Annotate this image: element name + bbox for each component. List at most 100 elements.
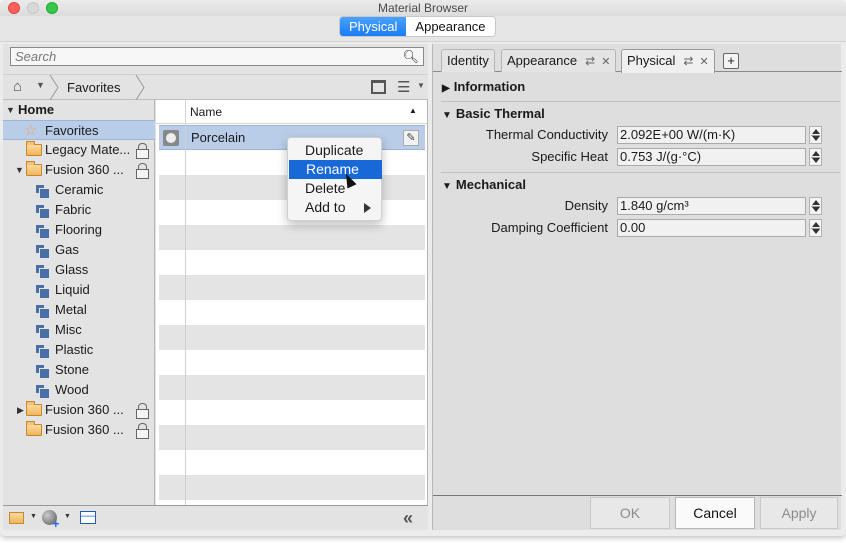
list-row-empty <box>159 275 425 300</box>
close-icon[interactable]: ✕ <box>699 56 708 68</box>
collapse-panel-icon[interactable]: « <box>403 508 413 529</box>
panel-view-icon[interactable] <box>371 80 386 94</box>
list-view-icon[interactable]: ☰ <box>397 78 410 96</box>
divider <box>441 172 840 173</box>
mode-tab-appearance[interactable]: Appearance <box>406 17 495 36</box>
context-menu: Duplicate Rename Delete Add to <box>287 137 382 221</box>
library-icon <box>36 305 49 318</box>
plus-icon: + <box>52 516 60 531</box>
density-stepper[interactable] <box>809 197 822 215</box>
specific-heat-stepper[interactable] <box>809 148 822 166</box>
section-mechanical[interactable]: ▼ Mechanical <box>442 177 526 192</box>
library-folder-icon[interactable] <box>9 512 24 524</box>
library-icon <box>36 265 49 278</box>
menu-item-rename[interactable]: Rename <box>289 160 382 179</box>
lock-icon <box>136 143 149 159</box>
swap-icon[interactable]: ⇄ <box>585 54 595 68</box>
column-header-name[interactable]: Name <box>190 105 222 119</box>
tree-item-fusion-360[interactable]: ▼ Fusion 360 ... <box>3 160 155 180</box>
chevron-down-icon[interactable]: ▼ <box>64 513 71 520</box>
list-row-empty <box>159 425 425 450</box>
tree-item-favorites[interactable]: ☆ Favorites <box>3 120 155 140</box>
ok-button[interactable]: OK <box>590 497 670 529</box>
tree-item-metal[interactable]: Metal <box>3 300 155 320</box>
list-header: Name ▲ <box>156 100 427 124</box>
tree-item-fusion-360-2[interactable]: ▶ Fusion 360 ... <box>3 400 155 420</box>
swap-icon[interactable]: ⇄ <box>683 54 693 68</box>
label-thermal-conductivity: Thermal Conductivity <box>485 127 608 142</box>
section-information[interactable]: ▶ Information <box>442 79 525 94</box>
expand-triangle-icon[interactable]: ▼ <box>6 100 15 120</box>
tree-item-ceramic[interactable]: Ceramic <box>3 180 155 200</box>
edit-pencil-icon[interactable]: ✎ <box>403 130 419 146</box>
label-damping-coefficient: Damping Coefficient <box>491 220 608 235</box>
folder-icon <box>26 401 42 416</box>
library-icon <box>36 245 49 258</box>
stepper-divider <box>811 135 820 136</box>
menu-item-duplicate[interactable]: Duplicate <box>288 141 383 160</box>
tree-item-gas[interactable]: Gas <box>3 240 155 260</box>
specific-heat-field[interactable]: 0.753 J/(g·°C) <box>617 148 806 166</box>
tree-item-legacy[interactable]: Legacy Mate... <box>3 140 155 160</box>
cancel-button[interactable]: Cancel <box>675 497 755 529</box>
tree-item-fabric[interactable]: Fabric <box>3 200 155 220</box>
tab-physical[interactable]: Physical ⇄ ✕ <box>621 49 715 73</box>
tree-item-flooring[interactable]: Flooring <box>3 220 155 240</box>
tree-item-home[interactable]: ▼ Home <box>3 100 155 120</box>
menu-item-delete[interactable]: Delete <box>288 179 383 198</box>
material-thumbnail <box>163 130 179 146</box>
chevron-down-icon[interactable]: ▼ <box>30 513 37 520</box>
window-title: Material Browser <box>377 1 469 15</box>
collapse-triangle-icon[interactable]: ▶ <box>17 400 24 420</box>
chevron-down-icon[interactable]: ▼ <box>36 80 45 90</box>
library-panel: Search 🔍︎ ⌂ ▼ Favorites ☰ ▼ ▼ Home ☆ Fav… <box>3 44 428 531</box>
tree-item-misc[interactable]: Misc <box>3 320 155 340</box>
submenu-arrow-icon <box>364 203 371 213</box>
stepper-divider <box>811 206 820 207</box>
tree-item-plastic[interactable]: Plastic <box>3 340 155 360</box>
material-editor-panel: Identity Appearance ⇄ ✕ Physical ⇄ ✕ + ▶ Info… <box>432 44 842 530</box>
label-specific-heat: Specific Heat <box>531 149 608 164</box>
lock-icon <box>136 163 149 179</box>
close-icon[interactable]: ✕ <box>601 56 610 68</box>
library-icon <box>36 365 49 378</box>
breadcrumb: ⌂ ▼ Favorites ☰ ▼ <box>3 74 428 100</box>
expand-triangle-icon[interactable]: ▼ <box>15 160 24 180</box>
star-icon: ☆ <box>24 122 38 139</box>
search-input[interactable]: Search 🔍︎ <box>10 47 424 66</box>
toggle-panel-icon[interactable] <box>80 511 96 524</box>
breadcrumb-separator <box>49 75 59 100</box>
list-row-empty <box>159 300 425 325</box>
tree-item-stone[interactable]: Stone <box>3 360 155 380</box>
breadcrumb-current[interactable]: Favorites <box>67 80 120 95</box>
library-icon <box>36 225 49 238</box>
chevron-down-icon[interactable]: ▼ <box>417 81 425 90</box>
list-row-empty <box>159 400 425 425</box>
stepper-divider <box>811 157 820 158</box>
apply-button[interactable]: Apply <box>760 497 838 529</box>
section-basic-thermal[interactable]: ▼ Basic Thermal <box>442 106 545 121</box>
tree-item-wood[interactable]: Wood <box>3 380 155 400</box>
home-icon[interactable]: ⌂ <box>13 78 22 95</box>
add-tab-button[interactable]: + <box>723 53 739 69</box>
library-icon <box>36 285 49 298</box>
expand-triangle-icon: ▶ <box>442 83 450 94</box>
mode-tab-physical[interactable]: Physical <box>340 17 407 36</box>
density-field[interactable]: 1.840 g/cm³ <box>617 197 806 215</box>
tab-identity[interactable]: Identity <box>441 49 495 72</box>
breadcrumb-separator <box>135 75 145 100</box>
sort-ascending-icon[interactable]: ▲ <box>409 106 417 115</box>
tab-appearance[interactable]: Appearance ⇄ ✕ <box>501 49 617 72</box>
menu-item-add-to[interactable]: Add to <box>288 198 383 217</box>
damping-coefficient-stepper[interactable] <box>809 219 822 237</box>
thermal-conductivity-stepper[interactable] <box>809 126 822 144</box>
thermal-conductivity-field[interactable]: 2.092E+00 W/(m·K) <box>617 126 806 144</box>
tree-item-fusion-360-3[interactable]: Fusion 360 ... <box>3 420 155 440</box>
tree-item-glass[interactable]: Glass <box>3 260 155 280</box>
damping-coefficient-field[interactable]: 0.00 <box>617 219 806 237</box>
tree-item-liquid[interactable]: Liquid <box>3 280 155 300</box>
library-icon <box>36 205 49 218</box>
search-icon[interactable]: 🔍︎ <box>402 49 419 65</box>
library-tree: ▼ Home ☆ Favorites Legacy Mate... ▼ Fusi… <box>3 100 155 505</box>
list-row-empty <box>159 350 425 375</box>
